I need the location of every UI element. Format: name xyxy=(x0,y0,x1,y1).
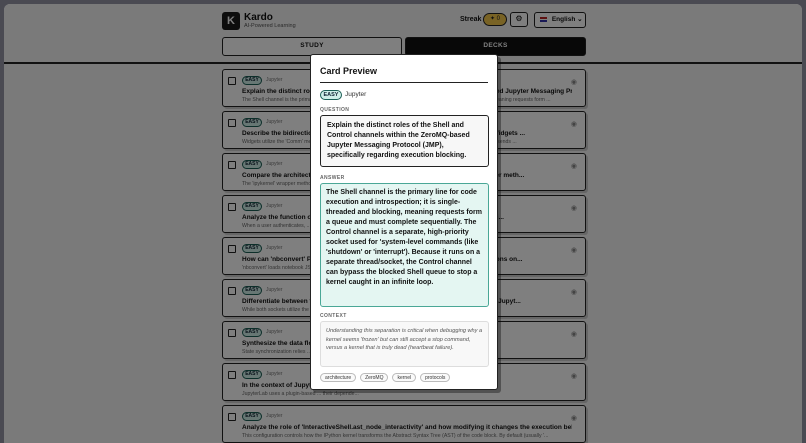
context-box: Understanding this separation is critica… xyxy=(320,321,489,367)
tag-list: architecture ZeroMQ kernel protocols xyxy=(320,373,451,382)
answer-label: ANSWER xyxy=(320,175,345,181)
deck-name: Jupyter xyxy=(345,91,367,98)
app-window: K Kardo AI-Powered Learning Streak ✦ 0 ⚙… xyxy=(4,4,802,443)
question-box: Explain the distinct roles of the Shell … xyxy=(320,115,489,167)
tag: kernel xyxy=(392,373,417,382)
difficulty-badge: EASY xyxy=(320,90,342,100)
modal-divider xyxy=(320,82,488,84)
tag: ZeroMQ xyxy=(360,373,389,382)
context-label: CONTEXT xyxy=(320,313,347,319)
tag: architecture xyxy=(320,373,357,382)
card-preview-modal: Card Preview EASY Jupyter QUESTION Expla… xyxy=(310,54,498,390)
tag: protocols xyxy=(420,373,451,382)
answer-box: The Shell channel is the primary line fo… xyxy=(320,183,489,307)
modal-title: Card Preview xyxy=(320,66,378,76)
question-label: QUESTION xyxy=(320,107,350,113)
